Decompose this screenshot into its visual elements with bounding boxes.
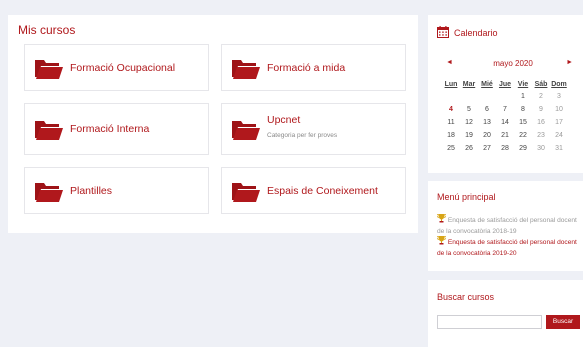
calendar-week: 25 26 27 28 29 30 31: [442, 142, 568, 155]
calendar-empty-cell: [442, 90, 460, 103]
course-card-formacio-interna[interactable]: Formació Interna: [24, 103, 209, 155]
weekday-header: Dom: [551, 80, 567, 88]
my-courses-panel: Mis cursos Formació Ocupacional Formació…: [8, 15, 418, 233]
folder-icon: [232, 182, 260, 202]
calendar-day[interactable]: 4: [442, 103, 460, 116]
weekday-header: Jue: [498, 80, 512, 88]
calendar-day[interactable]: 8: [514, 103, 532, 116]
weekday-header: Mar: [462, 80, 476, 88]
calendar-title: Calendario: [454, 28, 498, 38]
weekday-header: Sáb: [534, 80, 548, 88]
calendar-day[interactable]: 14: [496, 116, 514, 129]
calendar-day[interactable]: 9: [532, 103, 550, 116]
course-card-plantilles[interactable]: Plantilles: [24, 167, 209, 214]
calendar-day[interactable]: 28: [496, 142, 514, 155]
calendar-day[interactable]: 20: [478, 129, 496, 142]
menu-item-survey-2018-19[interactable]: Enquesta de satisfacció del personal doc…: [437, 214, 579, 237]
calendar-day[interactable]: 18: [442, 129, 460, 142]
course-card-subtitle: Categoria per fer proves: [267, 132, 338, 139]
calendar-week: 123: [442, 90, 568, 103]
search-button[interactable]: Buscar: [546, 315, 580, 329]
calendar-navigation: ◄ mayo 2020 ►: [428, 59, 583, 71]
calendar-day[interactable]: 22: [514, 129, 532, 142]
calendar-day[interactable]: 6: [478, 103, 496, 116]
course-card-title: Formació Interna: [70, 123, 150, 135]
course-card-formacio-a-mida[interactable]: Formació a mida: [221, 44, 406, 91]
calendar-day[interactable]: 16: [532, 116, 550, 129]
folder-icon: [232, 121, 260, 140]
calendar-day[interactable]: 13: [478, 116, 496, 129]
my-courses-title: Mis cursos: [18, 23, 76, 37]
weekday-header: Vie: [517, 80, 529, 88]
calendar-day[interactable]: 12: [460, 116, 478, 129]
calendar-week: 4 5 6 7 8 9 10: [442, 103, 568, 116]
calendar-grid: Lun Mar Mié Jue Vie Sáb Dom 1 2 3 4 5 6 7 8 9 10 11 12 13 1…: [442, 78, 568, 155]
course-card-formacio-ocupacional[interactable]: Formació Ocupacional: [24, 44, 209, 91]
calendar-day[interactable]: 1: [514, 90, 532, 103]
calendar-day[interactable]: 26: [460, 142, 478, 155]
previous-month-button[interactable]: ◄: [446, 59, 453, 66]
calendar-empty-cell: [478, 90, 496, 103]
calendar-empty-cell: [460, 90, 478, 103]
course-card-title: Espais de Coneixement: [267, 184, 378, 197]
calendar-day[interactable]: 3: [550, 90, 568, 103]
menu-item-label: Enquesta de satisfacció del personal doc…: [437, 239, 577, 257]
folder-icon: [35, 59, 63, 79]
next-month-button[interactable]: ►: [566, 59, 573, 66]
folder-icon: [35, 121, 63, 140]
calendar-day[interactable]: 11: [442, 116, 460, 129]
course-card-upcnet[interactable]: Upcnet Categoria per fer proves: [221, 103, 406, 155]
calendar-day[interactable]: 17: [550, 116, 568, 129]
calendar-day[interactable]: 5: [460, 103, 478, 116]
weekday-header: Mié: [481, 80, 493, 88]
folder-icon: [232, 59, 260, 79]
calendar-day[interactable]: 25: [442, 142, 460, 155]
course-card-title: Formació a mida: [267, 61, 346, 74]
calendar-icon: [437, 26, 449, 38]
calendar-month-link[interactable]: mayo 2020: [478, 59, 548, 68]
calendar-day[interactable]: 15: [514, 116, 532, 129]
weekday-header: Lun: [444, 80, 458, 88]
calendar-day[interactable]: 21: [496, 129, 514, 142]
calendar-day[interactable]: 10: [550, 103, 568, 116]
calendar-day[interactable]: 31: [550, 142, 568, 155]
menu-item-survey-2019-20[interactable]: Enquesta de satisfacció del personal doc…: [437, 236, 579, 259]
menu-item-label: Enquesta de satisfacció del personal doc…: [437, 217, 577, 235]
main-menu-title: Menú principal: [437, 192, 496, 202]
calendar-day[interactable]: 29: [514, 142, 532, 155]
search-courses-title: Buscar cursos: [437, 292, 495, 302]
trophy-icon: [437, 214, 446, 223]
course-card-title: Formació Ocupacional: [70, 61, 176, 74]
calendar-week: 18 19 20 21 22 23 24: [442, 129, 568, 142]
search-courses-input[interactable]: [437, 315, 542, 329]
calendar-day[interactable]: 23: [532, 129, 550, 142]
calendar-day[interactable]: 24: [550, 129, 568, 142]
calendar-day[interactable]: 27: [478, 142, 496, 155]
trophy-icon: [437, 236, 446, 245]
calendar-day[interactable]: 30: [532, 142, 550, 155]
course-card-title: Plantilles: [70, 184, 113, 197]
calendar-empty-cell: [496, 90, 514, 103]
course-card-title: Upcnet: [267, 114, 301, 126]
calendar-day[interactable]: 7: [496, 103, 514, 116]
course-card-espais-de-coneixement[interactable]: Espais de Coneixement: [221, 167, 406, 214]
calendar-block: Calendario ◄ mayo 2020 ► Lun Mar Mié Jue Vie…: [428, 15, 583, 173]
search-courses-block: Buscar cursos Buscar: [428, 280, 583, 347]
calendar-day[interactable]: 2: [532, 90, 550, 103]
folder-icon: [35, 182, 63, 202]
main-menu-block: Menú principal Enquesta de satisfacció d…: [428, 181, 583, 271]
calendar-day[interactable]: 19: [460, 129, 478, 142]
calendar-week: 11 12 13 14 15 16 17: [442, 116, 568, 129]
